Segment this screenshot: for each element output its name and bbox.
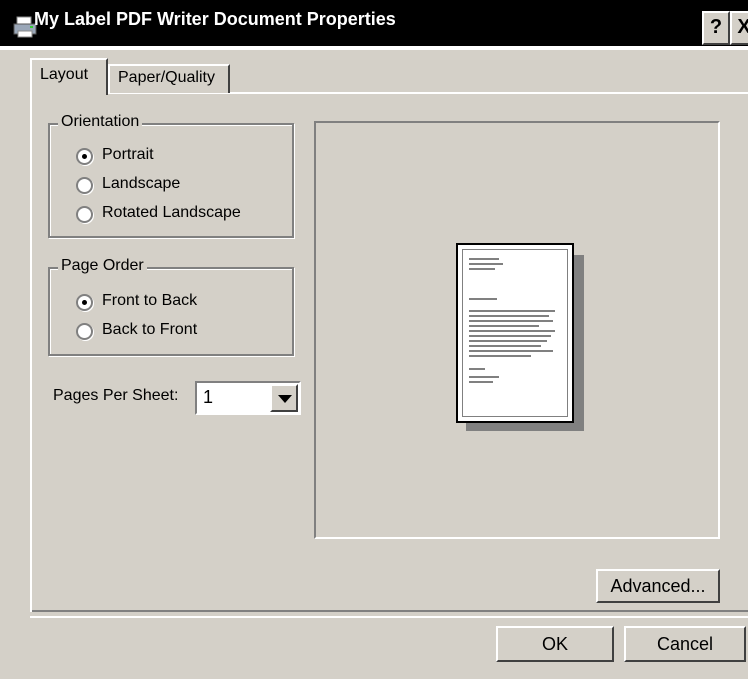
ok-button[interactable]: OK bbox=[496, 626, 614, 662]
close-button[interactable]: X bbox=[730, 11, 748, 45]
help-button[interactable]: ? bbox=[702, 11, 730, 45]
title-bar: My Label PDF Writer Document Properties … bbox=[0, 0, 748, 50]
tab-layout[interactable]: Layout bbox=[30, 58, 108, 95]
tab-paper-quality[interactable]: Paper/Quality bbox=[108, 64, 230, 93]
layout-tab-page bbox=[30, 92, 748, 612]
cancel-button[interactable]: Cancel bbox=[624, 626, 746, 662]
window-title: My Label PDF Writer Document Properties bbox=[34, 9, 396, 29]
document-properties-dialog: My Label PDF Writer Document Properties … bbox=[0, 0, 748, 679]
